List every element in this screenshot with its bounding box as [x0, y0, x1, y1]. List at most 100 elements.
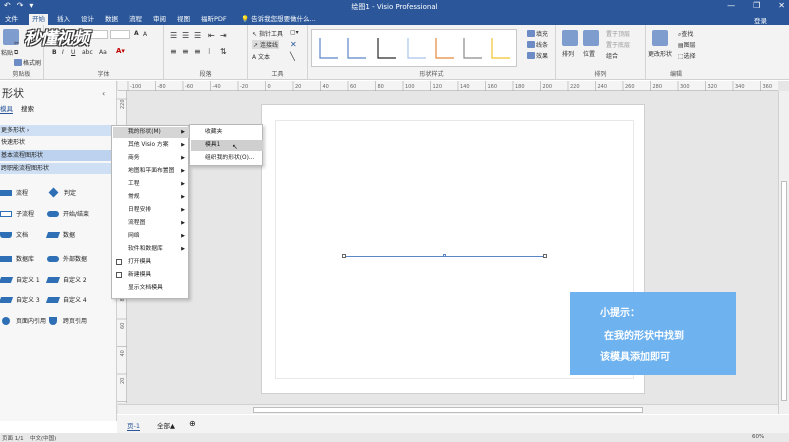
- shape-process[interactable]: 流程: [0, 188, 28, 197]
- submenu-item[interactable]: 收藏夹: [191, 127, 263, 138]
- shape-start-end[interactable]: 开始/结束: [47, 209, 89, 218]
- find-button[interactable]: ⌕查找: [678, 29, 693, 39]
- select-button[interactable]: ⬚选择: [678, 51, 696, 60]
- shape-custom-3[interactable]: 自定义 3: [0, 295, 40, 304]
- horizontal-scrollbar[interactable]: [118, 404, 778, 414]
- shape-subprocess[interactable]: 子流程: [0, 209, 34, 218]
- shape-custom-1[interactable]: 自定义 1: [0, 275, 40, 284]
- zoom-level[interactable]: 60%: [752, 434, 764, 440]
- rectangle-icon[interactable]: ▢▾: [290, 29, 299, 36]
- connector-start-handle[interactable]: [342, 254, 346, 258]
- fill-button[interactable]: 填充: [527, 29, 548, 38]
- copy-icon[interactable]: ⧉: [14, 49, 18, 57]
- tab-view[interactable]: 视图: [174, 14, 193, 25]
- align-top-icon[interactable]: ☰: [170, 31, 177, 40]
- menu-item[interactable]: 我的形状(M) ▶: [113, 127, 189, 138]
- submenu-item[interactable]: 组织我的形状(O)...: [191, 153, 263, 164]
- cross-functional-item[interactable]: 跨职能流程图形状: [0, 163, 116, 174]
- align-center-icon[interactable]: ≡: [182, 47, 189, 56]
- paste-button[interactable]: 粘贴: [1, 48, 13, 57]
- line-icon[interactable]: ╲: [290, 52, 295, 61]
- text-tool-button[interactable]: A 文本: [252, 52, 270, 61]
- strikethrough-icon[interactable]: abc: [82, 49, 93, 56]
- shape-style-gallery[interactable]: [311, 29, 517, 67]
- align-left-icon[interactable]: ≡: [170, 47, 177, 56]
- menu-item[interactable]: 工程 ▶: [113, 179, 189, 190]
- menu-item[interactable]: 流程图 ▶: [113, 218, 189, 229]
- format-painter-button[interactable]: 格式刷: [14, 58, 41, 67]
- shape-external-data[interactable]: 外部数据: [47, 254, 87, 263]
- font-case-icon[interactable]: Aa: [99, 49, 107, 56]
- tab-file[interactable]: 文件: [2, 14, 21, 25]
- line-button[interactable]: 线条: [527, 40, 548, 49]
- layers-button[interactable]: ▤图层: [678, 40, 696, 49]
- connector-button[interactable]: ↗ 连接线: [252, 40, 279, 49]
- vertical-scrollbar[interactable]: [778, 91, 789, 414]
- close-tool-icon[interactable]: ✕: [290, 40, 297, 49]
- minimize-button[interactable]: —: [727, 1, 735, 10]
- align-middle-icon[interactable]: ☰: [182, 31, 189, 40]
- font-size-select[interactable]: [110, 30, 130, 39]
- tab-process[interactable]: 流程: [126, 14, 145, 25]
- submenu-item[interactable]: 模具1: [191, 140, 263, 151]
- text-direction-icon[interactable]: ⇅: [220, 47, 227, 56]
- close-button[interactable]: ✕: [778, 1, 785, 10]
- menu-item[interactable]: 网络 ▶: [113, 231, 189, 242]
- menu-item[interactable]: 其他 Visio 方案 ▶: [113, 140, 189, 151]
- connector-mid-handle[interactable]: [443, 254, 446, 257]
- login-link[interactable]: 登录: [754, 15, 767, 25]
- connector-end-handle[interactable]: [543, 254, 547, 258]
- shape-off-page-reference[interactable]: 跨页引用: [47, 316, 87, 325]
- shape-database[interactable]: 数据库: [0, 254, 34, 263]
- align-icon[interactable]: [562, 30, 578, 46]
- bullets-icon[interactable]: ⁝: [208, 47, 211, 56]
- grow-font-icon[interactable]: A: [134, 30, 139, 37]
- shape-document[interactable]: 文档: [0, 230, 28, 239]
- add-page-icon[interactable]: ⊕: [189, 419, 196, 428]
- cut-icon[interactable]: ✂: [14, 40, 19, 47]
- align-button[interactable]: 排列: [562, 49, 574, 58]
- shrink-font-icon[interactable]: A: [143, 31, 147, 38]
- pointer-tool-button[interactable]: ↖ 指针工具: [252, 29, 283, 38]
- align-bottom-icon[interactable]: ☰: [194, 31, 201, 40]
- basic-flowchart-item[interactable]: 基本流程图形状: [0, 150, 116, 161]
- send-to-back-button[interactable]: 置于底层: [606, 40, 630, 49]
- bring-to-front-button[interactable]: 置于顶层: [606, 29, 630, 38]
- restore-button[interactable]: ❐: [753, 1, 760, 10]
- menu-item[interactable]: 地图和平面布置图 ▶: [113, 166, 189, 177]
- tab-review[interactable]: 审阅: [150, 14, 169, 25]
- page-indicator[interactable]: 页面 1/1: [2, 434, 24, 442]
- menu-item[interactable]: 打开模具: [113, 257, 189, 268]
- page-tab-1[interactable]: 页-1: [127, 420, 140, 431]
- tab-stencils[interactable]: 模具: [0, 103, 13, 114]
- change-shape-icon[interactable]: [652, 30, 668, 46]
- menu-item[interactable]: 日程安排 ▶: [113, 205, 189, 216]
- shape-data[interactable]: 数据: [45, 230, 75, 239]
- shape-custom-4[interactable]: 自定义 4: [45, 295, 87, 304]
- horizontal-scroll-thumb[interactable]: [253, 407, 643, 413]
- shape-custom-2[interactable]: 自定义 2: [45, 275, 87, 284]
- position-icon[interactable]: [583, 30, 599, 46]
- bold-icon[interactable]: B: [52, 49, 57, 56]
- vertical-scroll-thumb[interactable]: [781, 181, 787, 401]
- change-shape-button[interactable]: 更改形状: [648, 49, 672, 58]
- tab-data[interactable]: 数据: [102, 14, 121, 25]
- tab-foxit-pdf[interactable]: 福昕PDF: [198, 14, 230, 25]
- more-shapes-item[interactable]: 更多形状 ›: [0, 125, 116, 136]
- decrease-indent-icon[interactable]: ⇤: [208, 31, 215, 40]
- increase-indent-icon[interactable]: ⇥: [220, 31, 227, 40]
- position-button[interactable]: 位置: [583, 49, 595, 58]
- tab-search[interactable]: 搜索: [21, 103, 34, 114]
- italic-icon[interactable]: I: [62, 49, 64, 56]
- tell-me-box[interactable]: 💡 告诉我您想要做什么...: [238, 14, 319, 25]
- font-color-icon[interactable]: A▾: [116, 47, 125, 55]
- menu-item[interactable]: 软件和数据库 ▶: [113, 244, 189, 255]
- align-right-icon[interactable]: ≡: [194, 47, 201, 56]
- menu-item[interactable]: 常规 ▶: [113, 192, 189, 203]
- shape-decision[interactable]: 判定: [47, 187, 76, 198]
- collapse-panel-icon[interactable]: ‹: [102, 89, 105, 98]
- shape-on-page-reference[interactable]: 页面内引用: [0, 316, 46, 325]
- all-pages-button[interactable]: 全部▲: [157, 420, 175, 430]
- effects-button[interactable]: 效果: [527, 51, 548, 60]
- quick-shapes-item[interactable]: 快速形状: [0, 137, 116, 148]
